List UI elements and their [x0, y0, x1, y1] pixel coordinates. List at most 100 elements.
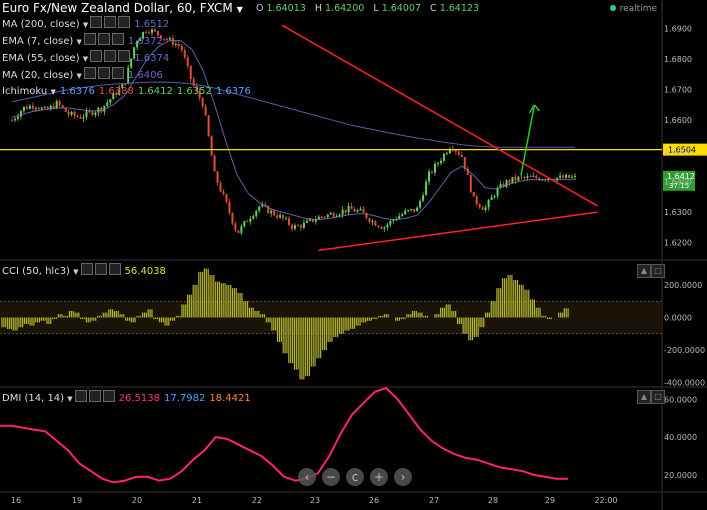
legend-ichimoku[interactable]: Ichimoku ▼ 1.6376 1.6388 1.6412 1.6352 1.6376 — [2, 84, 251, 100]
legend-ema7-value: 1.6372 — [127, 36, 163, 47]
candle-body — [222, 191, 225, 195]
zoom-in-button[interactable]: + — [370, 468, 388, 486]
legend-ma20[interactable]: MA (20, close) ▼ 1.6406 — [2, 67, 251, 84]
status-dot-icon — [609, 5, 616, 11]
close-icon[interactable] — [108, 263, 121, 275]
zoom-out-button[interactable]: − — [322, 468, 340, 486]
ohlc-low-label: L — [373, 3, 379, 14]
symbol-title[interactable]: Euro Fx/New Zealand Dollar, 60, FXCM ▼ — [2, 1, 243, 15]
candle-body — [204, 106, 207, 116]
gear-icon[interactable] — [104, 16, 117, 28]
candle-body — [237, 230, 240, 234]
pane-up-button[interactable]: ▲ — [637, 390, 651, 404]
eye-icon[interactable] — [80, 263, 93, 275]
candle-body — [67, 111, 70, 115]
candle-body — [380, 226, 383, 229]
candle-body — [475, 196, 478, 205]
scroll-left-button[interactable]: ‹ — [298, 468, 316, 486]
candle-body — [457, 151, 460, 155]
candle-body — [463, 157, 466, 169]
close-icon[interactable] — [111, 33, 124, 45]
candle-body — [353, 209, 356, 212]
eye-icon[interactable] — [90, 16, 103, 28]
realtime-label: realtime — [619, 4, 657, 14]
close-icon[interactable] — [118, 50, 131, 62]
candle-body — [234, 223, 237, 231]
legend-ema55-name: EMA (55, close) — [2, 53, 80, 64]
candle-body — [511, 177, 514, 183]
candle-body — [529, 176, 532, 178]
pane-maximize-button[interactable]: □ — [651, 264, 665, 278]
candle-body — [469, 174, 472, 192]
close-icon[interactable] — [102, 390, 115, 402]
candle-body — [43, 107, 46, 109]
gear-icon[interactable] — [88, 390, 101, 402]
time-tick-label: 19 — [72, 496, 82, 505]
candle-body — [344, 209, 347, 213]
candle-body — [425, 181, 428, 196]
chevron-down-icon[interactable]: ▼ — [76, 38, 81, 46]
legend-ema7[interactable]: EMA (7, close) ▼ 1.6372 — [2, 33, 251, 50]
dmi-legend-name: DMI (14, 14) — [2, 393, 65, 404]
support-trendline — [318, 211, 598, 252]
dmi-tick-label: 20.0000 — [664, 471, 697, 480]
candle-body — [523, 176, 526, 178]
cci-legend[interactable]: CCI (50, hlc3) ▼ 56.4038 — [2, 263, 166, 280]
legend-ichimoku-v4: 1.6352 — [176, 86, 212, 97]
chevron-down-icon[interactable]: ▼ — [237, 5, 243, 14]
chevron-down-icon[interactable]: ▼ — [73, 268, 78, 276]
gear-icon[interactable] — [97, 33, 110, 45]
candle-body — [19, 111, 22, 117]
gear-icon[interactable] — [94, 263, 107, 275]
chevron-down-icon[interactable]: ▼ — [83, 21, 88, 29]
time-tick-label: 23 — [310, 496, 320, 505]
ohlc-open-value: 1.64013 — [266, 3, 306, 14]
price-tick-label: 1.6400 — [664, 177, 692, 186]
candle-body — [61, 105, 64, 108]
indicator-legend-list: MA (200, close) ▼ 1.6512 EMA (7, close) ▼… — [2, 16, 251, 100]
chevron-down-icon[interactable]: ▼ — [50, 88, 55, 96]
eye-icon[interactable] — [83, 67, 96, 79]
candle-body — [293, 225, 296, 229]
close-icon[interactable] — [118, 16, 131, 28]
candle-body — [246, 221, 249, 223]
chevron-down-icon[interactable]: ▼ — [76, 72, 81, 80]
reset-chart-button[interactable]: c — [346, 468, 364, 486]
candle-body — [401, 214, 404, 217]
eye-icon[interactable] — [83, 33, 96, 45]
pane-up-button[interactable]: ▲ — [637, 264, 651, 278]
eye-icon[interactable] — [74, 390, 87, 402]
legend-ma200[interactable]: MA (200, close) ▼ 1.6512 — [2, 16, 251, 33]
pane-maximize-button[interactable]: □ — [651, 390, 665, 404]
candle-body — [207, 115, 210, 137]
candle-body — [302, 222, 305, 228]
resistance-trendline — [281, 24, 598, 207]
candle-body — [445, 153, 448, 155]
close-icon[interactable] — [111, 67, 124, 79]
candle-body — [433, 163, 436, 173]
candle-body — [505, 180, 508, 187]
candle-body — [288, 218, 291, 225]
candle-body — [240, 226, 243, 234]
dmi-legend[interactable]: DMI (14, 14) ▼ 26.5138 17.7982 18.4421 — [2, 390, 251, 407]
price-tick-label: 1.6300 — [664, 208, 692, 217]
legend-ema55[interactable]: EMA (55, close) ▼ 1.6374 — [2, 50, 251, 67]
candle-body — [386, 224, 389, 228]
candle-body — [296, 225, 299, 227]
candle-body — [82, 117, 85, 119]
scroll-right-button[interactable]: › — [394, 468, 412, 486]
legend-ichimoku-v1: 1.6376 — [59, 86, 95, 97]
candle-body — [276, 215, 279, 218]
candle-body — [571, 176, 574, 178]
gear-icon[interactable] — [97, 67, 110, 79]
candle-body — [508, 180, 511, 183]
legend-ma200-name: MA (200, close) — [2, 19, 80, 30]
chevron-down-icon[interactable]: ▼ — [67, 395, 72, 403]
gear-icon[interactable] — [104, 50, 117, 62]
chevron-down-icon[interactable]: ▼ — [83, 55, 88, 63]
cci-tick-label: 200.0000 — [664, 281, 702, 290]
candle-body — [493, 195, 496, 198]
candle-body — [419, 200, 422, 208]
eye-icon[interactable] — [90, 50, 103, 62]
price-tick-label: 1.6800 — [664, 55, 692, 64]
